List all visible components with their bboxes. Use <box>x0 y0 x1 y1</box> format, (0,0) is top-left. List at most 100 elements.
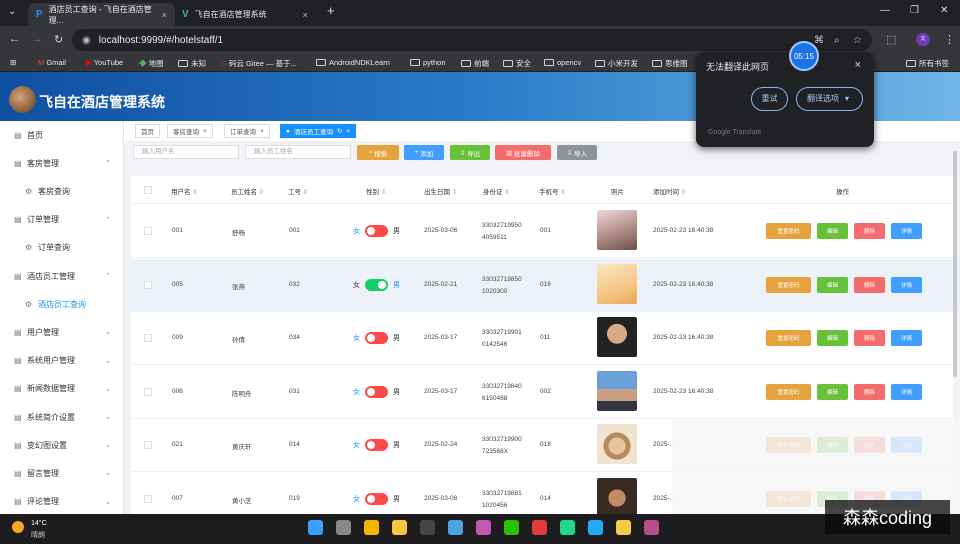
tab-menu-icon[interactable]: ⌄ <box>8 6 16 17</box>
table-row[interactable]: 009 孙倩 034 女 男 2025-03-17 33032719901 014… <box>131 312 953 365</box>
row-checkbox[interactable] <box>144 334 152 342</box>
staff-photo[interactable] <box>597 477 637 518</box>
gender-toggle[interactable] <box>365 385 388 398</box>
tag-staff-query[interactable]: ● 酒店员工查询 ↻ × <box>280 124 357 138</box>
staffname-search-input[interactable]: 输入员工姓名 <box>245 145 351 159</box>
export-button[interactable]: ⇧ 导出 <box>450 145 490 160</box>
sidebar-item-5[interactable]: ▤ 酒店员工管理 ⌃ <box>0 262 124 290</box>
minimize-button[interactable]: — <box>880 5 890 16</box>
tag-order-query[interactable]: 订单查询 × <box>224 124 270 138</box>
search-button[interactable]: ⌕ 搜索 <box>357 145 399 160</box>
site-info-icon[interactable]: ◉ <box>82 35 91 46</box>
bookmark-youtube[interactable]: ▶ YouTube <box>86 58 123 67</box>
row-checkbox[interactable] <box>144 387 152 396</box>
gender-switch[interactable]: 女 男 <box>353 332 400 344</box>
sidebar-item-7[interactable]: ▤ 用户管理 ⌄ <box>0 318 124 346</box>
extensions-icon[interactable]: ⬚ <box>886 33 896 46</box>
new-tab-button[interactable]: + <box>327 3 335 18</box>
chrome-icon[interactable] <box>364 520 379 535</box>
column-header[interactable]: 添加时间 ⇕ <box>653 186 686 196</box>
gender-switch[interactable]: 女 男 <box>353 225 400 237</box>
gender-toggle[interactable] <box>365 225 388 237</box>
sort-icon[interactable]: ⇕ <box>301 189 308 196</box>
table-row[interactable]: 006 陈明舟 031 女 男 2025-03-17 33032719840 61… <box>131 365 953 419</box>
sort-icon[interactable]: ⇕ <box>679 189 686 196</box>
column-header[interactable]: 出生日期 ⇕ <box>424 186 457 196</box>
gender-toggle[interactable] <box>365 439 388 451</box>
bookmark-folder-opencv[interactable]: opencv <box>544 58 581 67</box>
sidebar-item-6[interactable]: ⚙ 酒店员工查询 <box>0 290 124 318</box>
delete-button[interactable]: 删除 <box>854 383 885 400</box>
row-checkbox[interactable] <box>144 494 152 503</box>
browser-tab-admin[interactable]: V 飞自在酒店管理系统 × <box>174 3 324 26</box>
sort-icon[interactable]: ⇕ <box>450 189 457 196</box>
wps-icon[interactable] <box>532 520 547 535</box>
delete-button[interactable]: 删除 <box>854 330 885 346</box>
apps-icon[interactable]: ⊞ <box>10 58 16 67</box>
browser-tab-hotelstaff[interactable]: P 酒店员工查询 - 飞自在酒店管理... × <box>28 3 175 26</box>
sidebar-item-4[interactable]: ⚙ 订单查询 <box>0 234 124 262</box>
tag-home[interactable]: 首页 <box>135 124 160 138</box>
gender-toggle[interactable] <box>365 492 388 505</box>
close-tab-icon[interactable]: × <box>303 10 308 20</box>
table-row[interactable]: 001 舒畅 001 女 男 2025-03-06 33032719950 405… <box>131 205 953 258</box>
staff-photo[interactable] <box>597 370 637 411</box>
retry-button[interactable]: 重试 <box>751 87 788 111</box>
reset-password-button[interactable]: 重置密码 <box>766 223 811 239</box>
chrome-menu-icon[interactable]: ⋮ <box>944 33 955 46</box>
bookmark-star-icon[interactable]: ☆ <box>853 35 862 46</box>
reset-password-button[interactable]: 重置密码 <box>766 330 811 346</box>
notepad-icon[interactable] <box>448 520 463 535</box>
sort-icon[interactable]: ⇕ <box>559 189 565 196</box>
sidebar-item-2[interactable]: ⚙ 客房查询 <box>0 177 124 205</box>
vscode-icon[interactable] <box>588 520 603 535</box>
terminal-preview-icon[interactable] <box>644 520 659 535</box>
sidebar-item-9[interactable]: ▤ 新闻数据管理 ⌄ <box>0 375 124 403</box>
bookmark-folder-security[interactable]: 安全 <box>503 58 531 69</box>
close-tag-icon[interactable]: × <box>346 128 350 135</box>
close-tag-icon[interactable]: × <box>260 128 264 135</box>
gender-toggle[interactable] <box>365 332 388 344</box>
url-omnibox[interactable]: ◉ localhost:9999/#/hotelstaff/1 ⌘ ⌕ ☆ <box>72 29 872 51</box>
row-checkbox[interactable] <box>144 280 152 289</box>
terminal-icon[interactable] <box>420 520 435 535</box>
task-view-icon[interactable] <box>336 520 351 535</box>
gender-switch[interactable]: 女 男 <box>353 385 400 398</box>
maximize-button[interactable]: ❐ <box>910 5 919 16</box>
gender-switch[interactable]: 女 男 <box>353 439 400 451</box>
table-row[interactable]: 005 张燕 032 女 男 2025-02-21 33032719850 102… <box>131 258 953 312</box>
zoom-icon[interactable]: ⌕ <box>834 35 840 46</box>
app-icon[interactable] <box>476 520 491 535</box>
staff-photo[interactable] <box>597 210 637 250</box>
sort-icon[interactable]: ⇕ <box>379 189 386 196</box>
import-button[interactable]: ⇩ 导入 <box>557 145 597 160</box>
detail-button[interactable]: 详情 <box>891 276 922 293</box>
windows-start-icon[interactable] <box>308 520 323 535</box>
sidebar-item-3[interactable]: ▤ 订单管理 ⌃ <box>0 206 124 234</box>
translate-options-button[interactable]: 翻译选项 ▾ <box>796 87 863 111</box>
sort-icon[interactable]: ⇕ <box>257 189 264 196</box>
bookmark-gitee[interactable]: G 码云 Gitee — 基于... <box>221 58 297 69</box>
username-search-input[interactable]: 输入用户名 <box>133 145 239 159</box>
sort-icon[interactable]: ⇕ <box>191 189 197 196</box>
delete-button[interactable]: 删除 <box>854 223 885 239</box>
reset-password-button[interactable]: 重置密码 <box>766 383 811 400</box>
wechat-icon[interactable] <box>504 520 519 535</box>
bookmark-maps[interactable]: ◆ 地图 <box>139 58 164 69</box>
bookmark-gmail[interactable]: M Gmail <box>38 58 66 67</box>
sidebar-item-11[interactable]: ▤ 变幻图设置 ⌄ <box>0 431 124 459</box>
profile-avatar[interactable]: 文 <box>916 33 930 46</box>
page-scrollbar[interactable] <box>953 151 957 377</box>
column-header[interactable]: 员工姓名 ⇕ <box>231 186 264 196</box>
close-tab-icon[interactable]: × <box>162 10 167 20</box>
gender-toggle[interactable] <box>365 278 388 291</box>
translate-icon[interactable]: ⌘ <box>814 35 824 46</box>
row-checkbox[interactable] <box>144 227 152 235</box>
close-tag-icon[interactable]: × <box>203 128 207 135</box>
forward-icon[interactable]: → <box>32 33 43 45</box>
bookmark-folder-frontend[interactable]: 前端 <box>461 58 489 69</box>
close-window-button[interactable]: ✕ <box>940 5 948 16</box>
gender-switch[interactable]: 女 男 <box>353 492 400 505</box>
pycharm-icon[interactable] <box>560 520 575 535</box>
tag-room-query[interactable]: 客房查询 × <box>167 124 213 138</box>
